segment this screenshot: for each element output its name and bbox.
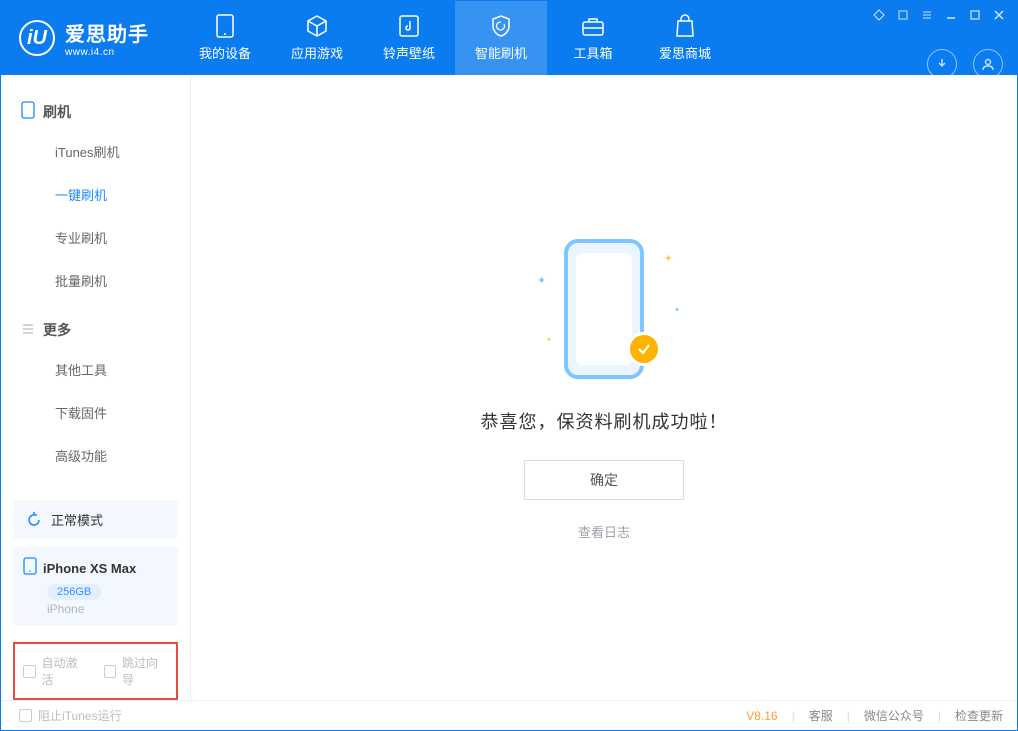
- phone-icon: [213, 14, 237, 38]
- toolbox-icon: [581, 14, 605, 38]
- list-icon: [21, 322, 35, 339]
- footer: 阻止iTunes运行 V8.16 | 客服 | 微信公众号 | 检查更新: [1, 700, 1017, 730]
- content-area: ✦ • ✦ • 恭喜您，保资料刷机成功啦！ 确定 查看日志: [191, 75, 1017, 700]
- checkbox-block-itunes[interactable]: 阻止iTunes运行: [19, 707, 122, 724]
- options-row: 自动激活 跳过向导: [13, 642, 178, 700]
- device-name: iPhone XS Max: [43, 561, 136, 576]
- device-mode-card[interactable]: 正常模式: [13, 500, 178, 539]
- nav-label: 应用游戏: [291, 43, 343, 62]
- cube-icon: [305, 14, 329, 38]
- minimize-icon[interactable]: [943, 7, 959, 23]
- device-type: iPhone: [47, 602, 168, 616]
- device-icon: [21, 101, 35, 122]
- close-icon[interactable]: [991, 7, 1007, 23]
- nav-label: 我的设备: [199, 43, 251, 62]
- checkbox-auto-activate[interactable]: 自动激活: [23, 654, 88, 688]
- confirm-button[interactable]: 确定: [524, 460, 684, 500]
- checkbox-skip-guide[interactable]: 跳过向导: [104, 654, 169, 688]
- nav-toolbox[interactable]: 工具箱: [547, 1, 639, 75]
- sidebar-item-download-firmware[interactable]: 下载固件: [1, 391, 190, 434]
- nav-ringtone-wallpaper[interactable]: 铃声壁纸: [363, 1, 455, 75]
- logo-icon: iU: [19, 20, 55, 56]
- shield-refresh-icon: [489, 14, 513, 38]
- footer-wechat-link[interactable]: 微信公众号: [864, 707, 924, 724]
- nav-apps-games[interactable]: 应用游戏: [271, 1, 363, 75]
- nav-my-device[interactable]: 我的设备: [179, 1, 271, 75]
- pin-icon[interactable]: [871, 7, 887, 23]
- nav-label: 铃声壁纸: [383, 43, 435, 62]
- view-log-link[interactable]: 查看日志: [578, 522, 630, 541]
- sidebar: 刷机 iTunes刷机 一键刷机 专业刷机 批量刷机 更多 其他工具 下载固件 …: [1, 75, 191, 700]
- success-message: 恭喜您，保资料刷机成功啦！: [481, 408, 728, 434]
- sidebar-item-pro-flash[interactable]: 专业刷机: [1, 216, 190, 259]
- success-illustration: ✦ • ✦ •: [529, 234, 679, 384]
- sidebar-item-itunes-flash[interactable]: iTunes刷机: [1, 130, 190, 173]
- device-storage-pill: 256GB: [47, 584, 101, 600]
- sidebar-item-onekey-flash[interactable]: 一键刷机: [1, 173, 190, 216]
- main-nav: 我的设备 应用游戏 铃声壁纸 智能刷机 工具箱 爱思商城: [179, 1, 731, 75]
- nav-label: 爱思商城: [659, 43, 711, 62]
- sidebar-section-more: 更多: [1, 312, 190, 348]
- sidebar-section-flash: 刷机: [1, 93, 190, 130]
- app-header: iU 爱思助手 www.i4.cn 我的设备 应用游戏 铃声壁纸 智能刷机 工具…: [1, 1, 1017, 75]
- app-subtitle: www.i4.cn: [65, 47, 149, 58]
- phone-small-icon: [23, 557, 37, 580]
- refresh-icon: [25, 511, 43, 529]
- shopping-bag-icon: [673, 14, 697, 38]
- nav-label: 工具箱: [573, 43, 612, 62]
- maximize-icon[interactable]: [967, 7, 983, 23]
- device-info-card[interactable]: iPhone XS Max 256GB iPhone: [13, 547, 178, 626]
- check-badge-icon: [627, 332, 661, 366]
- version-label: V8.16: [746, 709, 777, 723]
- footer-update-link[interactable]: 检查更新: [955, 707, 1003, 724]
- app-title: 爱思助手: [65, 18, 149, 47]
- nav-label: 智能刷机: [475, 43, 527, 62]
- nav-smart-flash[interactable]: 智能刷机: [455, 1, 547, 75]
- menu-icon[interactable]: [919, 7, 935, 23]
- sidebar-item-other-tools[interactable]: 其他工具: [1, 348, 190, 391]
- sidebar-item-batch-flash[interactable]: 批量刷机: [1, 259, 190, 302]
- sidebar-item-advanced[interactable]: 高级功能: [1, 434, 190, 477]
- device-mode-label: 正常模式: [51, 510, 103, 529]
- music-file-icon: [397, 14, 421, 38]
- logo-area: iU 爱思助手 www.i4.cn: [19, 18, 149, 58]
- nav-store[interactable]: 爱思商城: [639, 1, 731, 75]
- footer-support-link[interactable]: 客服: [809, 707, 833, 724]
- skin-icon[interactable]: [895, 7, 911, 23]
